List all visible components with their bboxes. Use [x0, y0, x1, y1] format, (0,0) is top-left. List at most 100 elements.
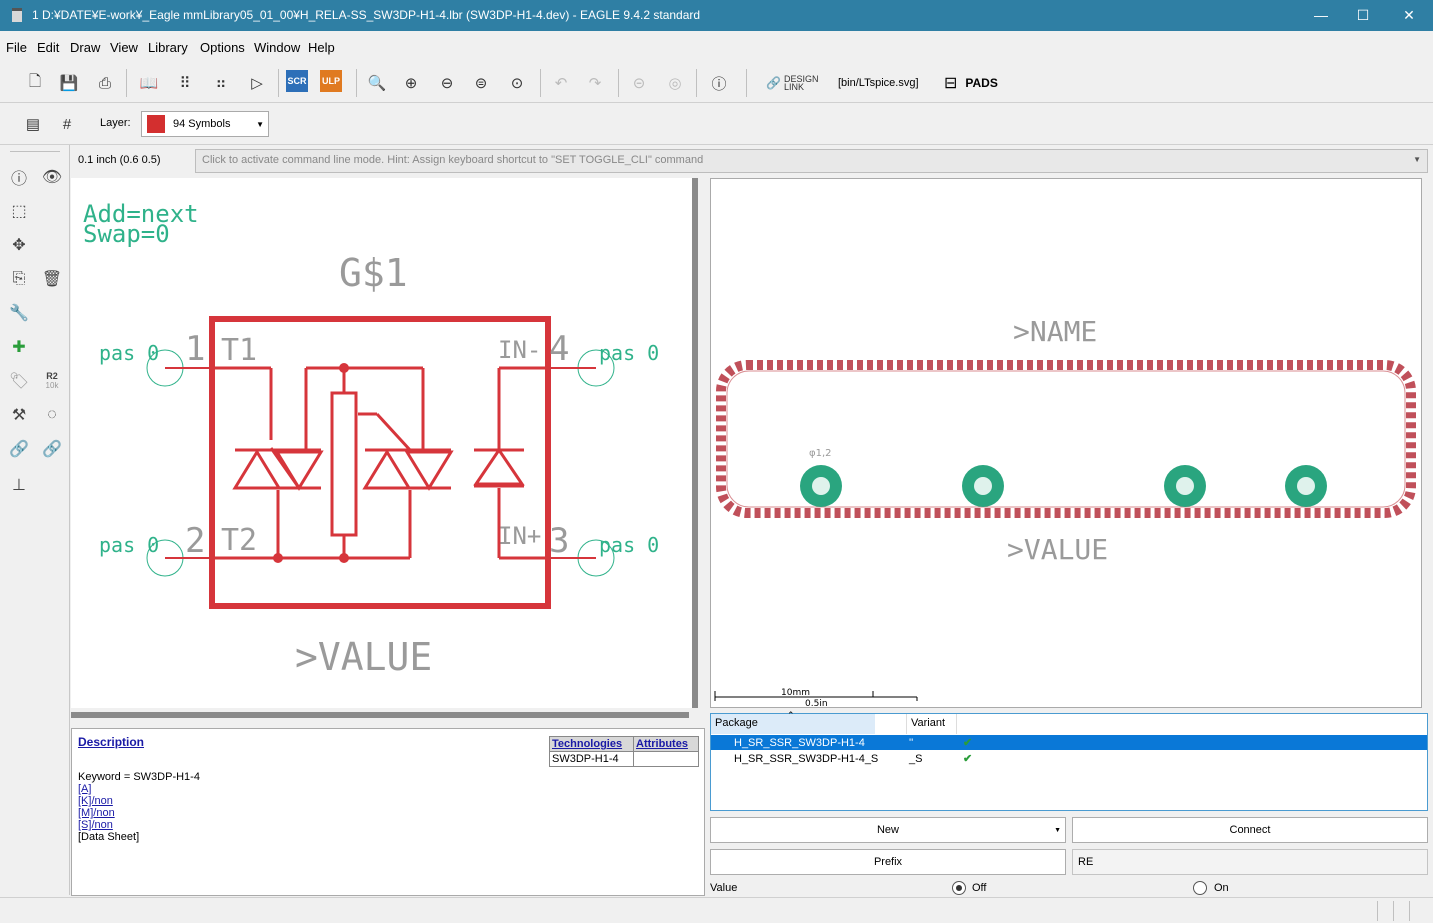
value-on-radio[interactable]	[1193, 881, 1207, 895]
pin4-number: 4	[549, 329, 569, 369]
row-variant: ''	[909, 736, 914, 749]
measure-icon[interactable]: ⊥	[5, 471, 33, 499]
package-preview[interactable]: >NAME >VALUE φ1,2 10mm 0.5in	[710, 178, 1422, 708]
tab-attributes[interactable]: Attributes	[634, 737, 698, 751]
pin1-number: 1	[185, 329, 205, 369]
stop-icon[interactable]: ⊝	[626, 70, 652, 96]
prefix-field[interactable]: RE	[1072, 849, 1428, 875]
design-link-button[interactable]: 🔗 DESIGN LINK	[766, 75, 818, 92]
menu-help[interactable]: Help	[308, 40, 335, 55]
menu-edit[interactable]: Edit	[37, 40, 59, 55]
app-icon	[12, 8, 22, 22]
package-name-text: >NAME	[1013, 315, 1097, 348]
table-row[interactable]: H_SR_SSR_SW3DP-H1-4 '' ✔	[711, 735, 1427, 750]
connect-add-icon[interactable]: 🔗	[5, 435, 33, 463]
pin3-name: IN+	[498, 522, 541, 550]
layer-color-swatch	[147, 115, 165, 133]
zoom-select-icon[interactable]: ⊙	[504, 70, 530, 96]
go-icon[interactable]: ◎	[662, 70, 688, 96]
info-icon[interactable]: ⓘ	[5, 163, 33, 191]
keyword-text: Keyword = SW3DP-H1-4	[78, 771, 200, 783]
command-line[interactable]: Click to activate command line mode. Hin…	[195, 149, 1428, 173]
move-icon[interactable]: ✥	[5, 231, 33, 259]
value-off-radio[interactable]	[952, 881, 966, 895]
zoom-redraw-icon[interactable]: ⊜	[468, 70, 494, 96]
select-group-icon[interactable]: ⬚	[5, 197, 33, 225]
horizontal-scrollbar[interactable]	[71, 712, 689, 718]
menu-library[interactable]: Library	[148, 40, 188, 55]
redo-icon[interactable]: ↷	[582, 70, 608, 96]
layer-select[interactable]: 94 Symbols ▼	[141, 111, 269, 137]
prefix-button[interactable]: Prefix	[710, 849, 1066, 875]
chevron-down-icon: ▼	[1054, 826, 1061, 834]
grid-icon[interactable]: #	[54, 111, 80, 137]
scr-button[interactable]: SCR	[286, 70, 308, 92]
pin1-dir: pas	[99, 341, 135, 365]
chevron-down-icon: ▼	[256, 119, 264, 129]
menu-options[interactable]: Options	[200, 40, 245, 55]
name-value-button[interactable]: R2 10k	[38, 367, 66, 395]
check-icon: ✔	[963, 737, 973, 749]
print-icon[interactable]: ⎙	[92, 70, 118, 96]
description-link[interactable]: Description	[78, 735, 144, 749]
new-file-icon[interactable]: 🗋	[22, 70, 48, 96]
grid-dots-icon[interactable]: ⠿	[172, 70, 198, 96]
pin4-name: IN-	[498, 336, 541, 364]
add-gate-icon[interactable]: ✚	[5, 333, 33, 361]
parameter-toolbar: ▤ # Layer: 94 Symbols ▼	[0, 103, 1433, 145]
link-m[interactable]: [M]/non	[78, 807, 115, 819]
coordinate-display: 0.1 inch (0.6 0.5)	[78, 154, 161, 166]
copy-icon[interactable]: ⎘	[5, 265, 33, 293]
table-row[interactable]: H_SR_SSR_SW3DP-H1-4_S _S ✔	[711, 751, 1427, 766]
link-k[interactable]: [K]/non	[78, 795, 113, 807]
pads-button[interactable]: ⊟ PADS	[944, 73, 998, 93]
ulp-button[interactable]: ULP	[320, 70, 342, 92]
new-button[interactable]: New ▼	[710, 817, 1066, 843]
wrench-icon[interactable]: 🔧	[5, 299, 33, 327]
pin1-swap: 0	[147, 341, 159, 365]
close-button[interactable]: ✕	[1394, 4, 1424, 26]
minimize-button[interactable]: —	[1306, 4, 1336, 26]
symbol-editor-canvas[interactable]: Add=next Swap=0 G$1 >VALUE pas 0 pas 0 p…	[71, 178, 695, 708]
zoom-out-icon[interactable]: ⊖	[434, 70, 460, 96]
link-a[interactable]: [A]	[78, 783, 91, 795]
zoom-fit-icon[interactable]: 🔍	[364, 70, 390, 96]
ltspice-button[interactable]: [bin/LTspice.svg]	[838, 77, 919, 89]
row-package: H_SR_SSR_SW3DP-H1-4	[734, 736, 865, 749]
device-icon[interactable]: ⠶	[208, 70, 234, 96]
pad-label: φ1,2	[809, 448, 832, 459]
command-hint: Click to activate command line mode. Hin…	[202, 154, 704, 166]
maximize-button[interactable]: ☐	[1348, 4, 1378, 26]
menu-bar: File Edit Draw View Library Options Wind…	[0, 31, 1433, 63]
library-open-icon[interactable]: 📖	[136, 70, 162, 96]
menu-draw[interactable]: Draw	[70, 40, 100, 55]
save-icon[interactable]: 💾	[56, 70, 82, 96]
connect-button[interactable]: Connect	[1072, 817, 1428, 843]
menu-window[interactable]: Window	[254, 40, 300, 55]
show-icon[interactable]: 👁	[38, 163, 66, 191]
tab-technologies[interactable]: Technologies	[550, 737, 634, 751]
zoom-in-icon[interactable]: ⊕	[398, 70, 424, 96]
connect-remove-icon[interactable]: 🔗	[38, 435, 66, 463]
vertical-scrollbar[interactable]	[692, 178, 698, 708]
main-toolbar: 🗋 💾 ⎙ 📖 ⠿ ⠶ ▷ SCR ULP 🔍 ⊕ ⊖ ⊜ ⊙ ↶ ↷ ⊝ ◎ …	[0, 63, 1433, 103]
menu-file[interactable]: File	[6, 40, 27, 55]
gate-icon[interactable]: ▷	[244, 70, 270, 96]
window-title: 1 D:¥DATE¥E-work¥_Eagle mmLibrary05_01_0…	[32, 8, 701, 22]
tag-icon[interactable]: 🏷	[5, 367, 33, 395]
help-icon[interactable]: ⓘ	[706, 70, 732, 96]
delete-icon[interactable]: 🗑	[38, 265, 66, 293]
layers-icon[interactable]: ▤	[20, 111, 46, 137]
package-icon[interactable]: ◌	[38, 401, 66, 429]
menu-view[interactable]: View	[110, 40, 138, 55]
pin4-dir: pas	[599, 341, 635, 365]
technologies-icon[interactable]: ⚒	[5, 401, 33, 429]
column-package[interactable]: Package ⌃	[711, 710, 875, 734]
link-s[interactable]: [S]/non	[78, 819, 113, 831]
pads-label: PADS	[965, 76, 998, 90]
svg-text:pas 0: pas 0	[599, 341, 659, 365]
undo-icon[interactable]: ↶	[548, 70, 574, 96]
column-variant[interactable]: Variant	[907, 714, 957, 734]
pin3-swap: 0	[647, 533, 659, 557]
package-variant-table: Package ⌃ Variant H_SR_SSR_SW3DP-H1-4 ''…	[710, 710, 1428, 811]
